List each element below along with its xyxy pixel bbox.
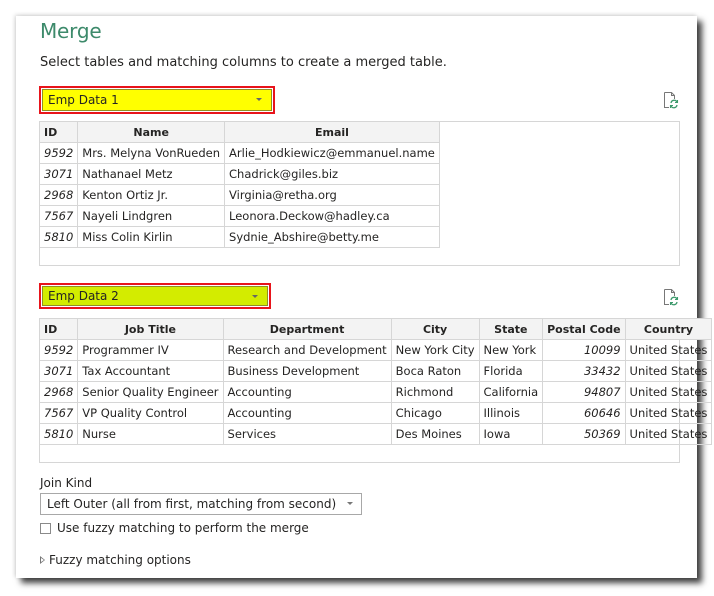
file-refresh-icon [664, 289, 679, 306]
table-cell: 60646 [542, 402, 626, 424]
table-row: 7567 VP Quality Control Accounting Chicago I… [38, 402, 713, 424]
table-cell: 50369 [542, 423, 626, 445]
table1-select-value: Emp Data 1 [48, 93, 119, 107]
table-row: 9592 Mrs. Melyna VonRueden Arlie_Hodkiewic… [38, 142, 440, 164]
table-cell: Boca Raton [390, 360, 480, 382]
table-row: 2968 Kenton Ortiz Jr. Virginia@retha.org [38, 184, 440, 206]
table1-preview: ID Name Email 9592 Mrs. Melyna VonRueden Arl… [38, 121, 680, 266]
table-cell: Sydnie_Abshire@betty.me [224, 226, 440, 248]
table-cell: 3071 [38, 163, 79, 185]
table-cell: Nurse [77, 423, 224, 445]
table1-grid: ID Name Email 9592 Mrs. Melyna VonRueden Arl… [38, 121, 440, 248]
table-cell: Services [222, 423, 392, 445]
column-header[interactable]: Name [77, 121, 226, 143]
chevron-down-icon [347, 502, 353, 505]
column-header[interactable]: Postal Code [542, 318, 626, 340]
table1-select[interactable]: Emp Data 1 [39, 86, 275, 114]
fuzzy-matching-checkbox[interactable] [40, 522, 51, 534]
column-header[interactable]: ID [38, 318, 79, 340]
table-cell: 10099 [542, 339, 626, 361]
table-cell: 7567 [38, 402, 79, 424]
fuzzy-options-expander[interactable]: Fuzzy matching options [40, 553, 191, 567]
table-cell: Accounting [222, 381, 392, 403]
table-cell: VP Quality Control [77, 402, 224, 424]
join-kind-select[interactable]: Left Outer (all from first, matching fro… [40, 493, 362, 515]
table-cell: Arlie_Hodkiewicz@emmanuel.name [224, 142, 440, 164]
table-cell: Des Moines [390, 423, 480, 445]
column-header[interactable]: Country [624, 318, 713, 340]
column-header[interactable]: Job Title [77, 318, 224, 340]
table-cell: 33432 [542, 360, 626, 382]
table-cell: Richmond [390, 381, 480, 403]
table-cell: Business Development [222, 360, 392, 382]
table-cell: Chicago [390, 402, 480, 424]
table-row: 5810 Nurse Services Des Moines Iowa 50369 Unit… [38, 423, 713, 445]
table2-select-field[interactable]: Emp Data 2 [42, 286, 268, 306]
table-cell: 9592 [38, 339, 79, 361]
column-header[interactable]: City [390, 318, 480, 340]
table-cell: Nayeli Lindgren [77, 205, 226, 227]
table-cell: 9592 [38, 142, 79, 164]
table-cell: 5810 [38, 423, 79, 445]
file-refresh-icon [664, 92, 679, 109]
expand-triangle-icon [40, 556, 45, 564]
column-header[interactable]: ID [38, 121, 79, 143]
join-kind-value: Left Outer (all from first, matching fro… [47, 497, 337, 511]
table2-grid: ID Job Title Department City State Postal Cod… [38, 318, 713, 445]
table1-refresh-button[interactable] [663, 91, 679, 109]
table-cell: Accounting [222, 402, 392, 424]
table-cell: 2968 [38, 381, 79, 403]
table-cell: Virginia@retha.org [224, 184, 440, 206]
table-cell: New York [478, 339, 544, 361]
table-cell: Senior Quality Engineer [77, 381, 224, 403]
table-cell: 5810 [38, 226, 79, 248]
table2-refresh-button[interactable] [663, 288, 679, 306]
table-row: 3071 Nathanael Metz Chadrick@giles.biz [38, 163, 440, 185]
table-row: 2968 Senior Quality Engineer Accounting Ric… [38, 381, 713, 403]
dialog-title: Merge [40, 19, 102, 43]
fuzzy-matching-checkbox-label[interactable]: Use fuzzy matching to perform the merge [57, 521, 309, 535]
fuzzy-options-label[interactable]: Fuzzy matching options [49, 553, 191, 567]
table-row: 3071 Tax Accountant Business Development Bo… [38, 360, 713, 382]
table-cell: United States [624, 423, 713, 445]
table-cell: 2968 [38, 184, 79, 206]
table-cell: Nathanael Metz [77, 163, 226, 185]
table-cell: California [478, 381, 544, 403]
fuzzy-matching-option[interactable]: Use fuzzy matching to perform the merge [40, 520, 309, 536]
table-cell: New York City [390, 339, 480, 361]
join-kind-label: Join Kind [40, 476, 93, 490]
table2-select[interactable]: Emp Data 2 [39, 283, 271, 309]
table-cell: Leonora.Deckow@hadley.ca [224, 205, 440, 227]
table-cell: Florida [478, 360, 544, 382]
table1-select-field[interactable]: Emp Data 1 [42, 89, 272, 111]
table2-preview: ID Job Title Department City State Postal Cod… [38, 318, 713, 463]
dialog-subtitle: Select tables and matching columns to cr… [40, 55, 447, 70]
table-row: 9592 Programmer IV Research and Developmen… [38, 339, 713, 361]
table-cell: 7567 [38, 205, 79, 227]
table-cell: Illinois [478, 402, 544, 424]
table-cell: 94807 [542, 381, 626, 403]
table-cell: 3071 [38, 360, 79, 382]
table-cell: Tax Accountant [77, 360, 224, 382]
table-cell: Miss Colin Kirlin [77, 226, 226, 248]
table-cell: Research and Development [222, 339, 392, 361]
table-cell: United States [624, 402, 713, 424]
column-header[interactable]: Department [222, 318, 392, 340]
table-cell: Chadrick@giles.biz [224, 163, 440, 185]
column-header[interactable]: Email [224, 121, 440, 143]
chevron-down-icon [252, 295, 258, 298]
column-header[interactable]: State [478, 318, 544, 340]
merge-dialog: Merge Select tables and matching columns… [16, 16, 713, 578]
table-cell: United States [624, 381, 713, 403]
table-cell: Iowa [478, 423, 544, 445]
table-row: 5810 Miss Colin Kirlin Sydnie_Abshire@bett… [38, 226, 440, 248]
table-cell: Kenton Ortiz Jr. [77, 184, 226, 206]
chevron-down-icon [256, 98, 262, 101]
table-cell: United States [624, 339, 713, 361]
table-cell: Mrs. Melyna VonRueden [77, 142, 226, 164]
table-cell: United States [624, 360, 713, 382]
table-row: 7567 Nayeli Lindgren Leonora.Deckow@hadley… [38, 205, 440, 227]
table2-select-value: Emp Data 2 [48, 289, 119, 303]
table-cell: Programmer IV [77, 339, 224, 361]
